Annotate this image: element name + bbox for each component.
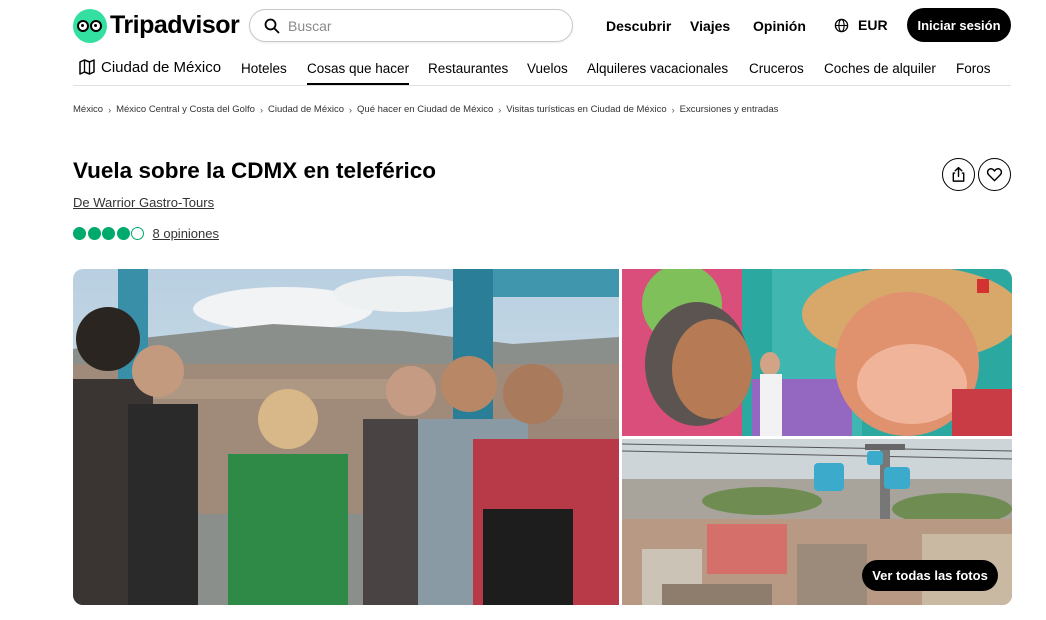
search-icon [264, 18, 280, 33]
brand-name: Tripadvisor [110, 11, 240, 39]
tab-hoteles[interactable]: Hoteles [241, 61, 287, 76]
tab-vuelos[interactable]: Vuelos [527, 61, 568, 76]
rating-bubble-filled [116, 227, 130, 240]
breadcrumb-link[interactable]: Qué hacer en Ciudad de México [357, 104, 493, 115]
tab-cosas-que-hacer[interactable]: Cosas que hacer [307, 61, 410, 85]
tab-alquileres-vacacionales[interactable]: Alquileres vacacionales [587, 61, 728, 76]
tripadvisor-logo[interactable]: Tripadvisor [73, 8, 240, 43]
chevron-right-icon: › [349, 104, 353, 115]
chevron-right-icon: › [259, 104, 263, 115]
operator-link[interactable]: De Warrior Gastro-Tours [73, 195, 214, 210]
rating-bubble-filled [102, 227, 115, 240]
location-home-label: Ciudad de México [101, 58, 222, 76]
search-input[interactable] [288, 17, 548, 34]
currency-label: EUR [858, 17, 888, 33]
breadcrumb-link[interactable]: México [73, 104, 103, 115]
top-header: Tripadvisor Descubrir Viajes Opinión EUR… [0, 0, 1046, 52]
location-home-link[interactable]: Ciudad de México [78, 58, 221, 76]
tab-restaurantes[interactable]: Restaurantes [428, 61, 508, 76]
currency-selector[interactable]: EUR [834, 17, 888, 33]
tab-cruceros[interactable]: Cruceros [749, 61, 804, 76]
heart-icon [986, 168, 1003, 182]
breadcrumb-link[interactable]: Visitas turísticas en Ciudad de México [506, 104, 666, 115]
chevron-right-icon: › [498, 104, 502, 115]
share-button[interactable] [942, 158, 975, 191]
group-cable-car-photo [73, 269, 619, 605]
rating-row: 8 opiniones [73, 226, 219, 241]
chevron-right-icon: › [671, 104, 675, 115]
breadcrumb-link[interactable]: Excursiones y entradas [680, 104, 779, 115]
rating-bubble-filled [73, 227, 86, 240]
category-nav: Ciudad de México Hoteles Cosas que hacer… [73, 52, 1011, 86]
globe-icon [834, 18, 849, 32]
login-button[interactable]: Iniciar sesión [907, 8, 1011, 42]
see-all-photos-button[interactable]: Ver todas las fotos [862, 560, 998, 591]
main-photo[interactable] [73, 269, 619, 605]
share-icon [952, 166, 965, 182]
owl-logo-icon [73, 8, 107, 43]
nav-opinion[interactable]: Opinión [753, 18, 806, 34]
breadcrumb-link[interactable]: Ciudad de México [268, 104, 344, 115]
chevron-right-icon: › [108, 104, 112, 115]
rating-bubble-filled [87, 227, 101, 240]
nav-viajes[interactable]: Viajes [690, 18, 730, 34]
tab-coches-de-alquiler[interactable]: Coches de alquiler [824, 61, 936, 76]
mural-image [622, 269, 1012, 436]
nav-descubrir[interactable]: Descubrir [606, 18, 671, 34]
rating-bubbles [73, 227, 146, 240]
rating-bubble-empty [131, 227, 144, 240]
breadcrumb: México › México Central y Costa del Golf… [73, 104, 778, 115]
search-bar[interactable] [249, 9, 573, 42]
tab-foros[interactable]: Foros [956, 61, 991, 76]
map-icon [79, 59, 95, 75]
page-title: Vuela sobre la CDMX en teleférico [73, 158, 437, 183]
mural-photo[interactable] [622, 269, 1012, 436]
reviews-link[interactable]: 8 opiniones [153, 226, 220, 241]
save-button[interactable] [978, 158, 1011, 191]
breadcrumb-link[interactable]: México Central y Costa del Golfo [116, 104, 255, 115]
